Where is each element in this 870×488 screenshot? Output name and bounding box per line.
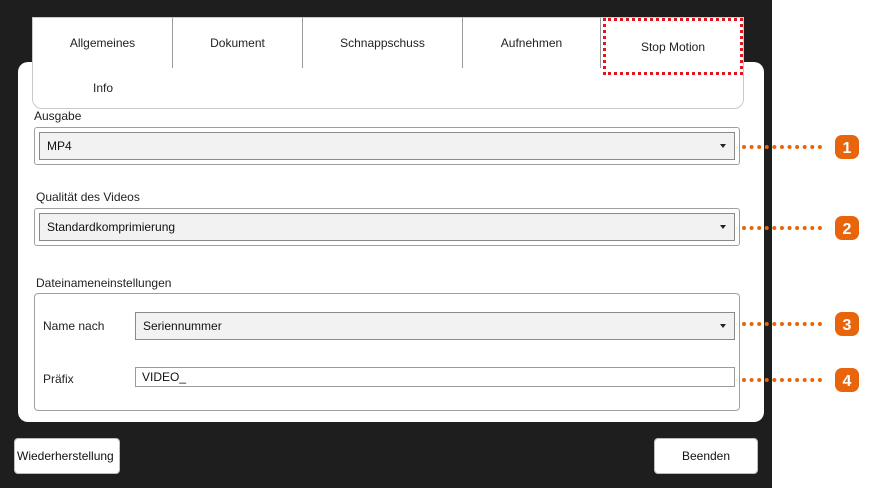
tab-allgemeines[interactable]: Allgemeines (33, 18, 173, 68)
name-nach-value: Seriennummer (143, 319, 222, 333)
restore-button[interactable]: Wiederherstellung (14, 438, 120, 474)
tab-bar: Allgemeines Dokument Schnappschuss Aufne… (32, 17, 744, 109)
dateiname-group: Name nach Seriennummer Präfix VIDEO_ (34, 293, 740, 411)
tab-aufnehmen[interactable]: Aufnehmen (463, 18, 601, 68)
callout-number-3: 3 (834, 311, 860, 337)
ausgabe-label: Ausgabe (34, 109, 82, 123)
callout-line-4 (742, 378, 822, 382)
qualitaet-dropdown-frame: Standardkomprimierung (34, 208, 740, 246)
praefix-input[interactable]: VIDEO_ (135, 367, 735, 387)
callout-line-1 (742, 145, 822, 149)
qualitaet-value: Standardkomprimierung (47, 220, 176, 234)
ausgabe-value: MP4 (47, 139, 72, 153)
ausgabe-dropdown[interactable]: MP4 (39, 132, 735, 160)
chevron-down-icon (720, 144, 726, 148)
callout-number-4: 4 (834, 367, 860, 393)
praefix-label: Präfix (43, 372, 74, 386)
name-nach-label: Name nach (43, 319, 105, 333)
callout-line-2 (742, 226, 822, 230)
callout-number-1: 1 (834, 134, 860, 160)
tab-stop-motion[interactable]: Stop Motion (603, 18, 743, 75)
qualitaet-label: Qualität des Videos (36, 190, 140, 204)
tab-dokument[interactable]: Dokument (173, 18, 303, 68)
chevron-down-icon (720, 324, 726, 328)
tab-info[interactable]: Info (33, 70, 173, 106)
callout-number-2: 2 (834, 215, 860, 241)
callout-line-3 (742, 322, 822, 326)
name-nach-dropdown[interactable]: Seriennummer (135, 312, 735, 340)
callout-number-4-text: 4 (843, 373, 852, 390)
dateiname-label: Dateinameneinstellungen (36, 276, 172, 290)
quit-button[interactable]: Beenden (654, 438, 758, 474)
tab-schnappschuss[interactable]: Schnappschuss (303, 18, 463, 68)
settings-window: Allgemeines Dokument Schnappschuss Aufne… (0, 0, 870, 488)
callout-number-3-text: 3 (843, 317, 852, 334)
qualitaet-dropdown[interactable]: Standardkomprimierung (39, 213, 735, 241)
chevron-down-icon (720, 225, 726, 229)
ausgabe-dropdown-frame: MP4 (34, 127, 740, 165)
callout-number-1-text: 1 (843, 140, 852, 157)
callout-number-2-text: 2 (843, 221, 852, 238)
